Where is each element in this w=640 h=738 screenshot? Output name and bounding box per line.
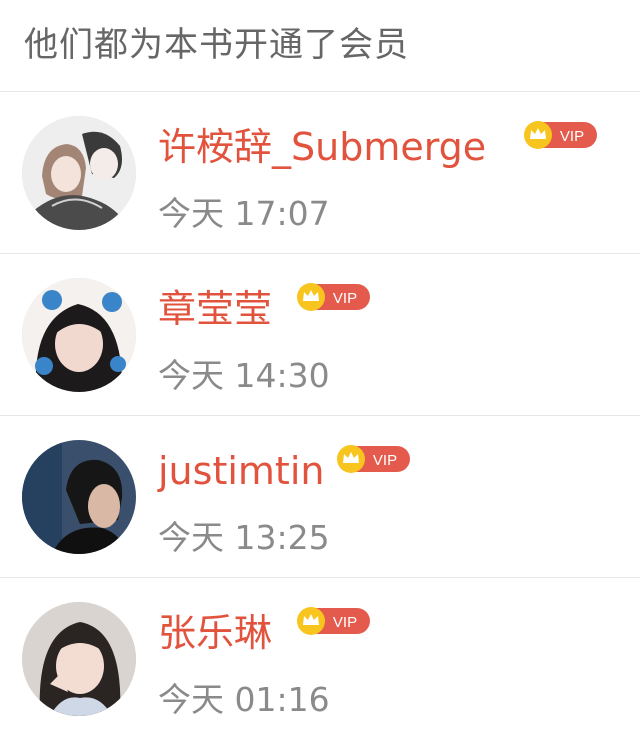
- open-time: 今天 13:25: [158, 518, 330, 557]
- avatar-photo: [22, 278, 136, 392]
- member-name[interactable]: justimtin: [158, 446, 324, 496]
- list-item[interactable]: justimtin VIP 今天 13:25: [0, 416, 640, 578]
- vip-label: VIP: [373, 452, 397, 469]
- avatar[interactable]: [22, 602, 136, 716]
- open-time: 今天 01:16: [158, 680, 330, 719]
- vip-label: VIP: [560, 128, 584, 145]
- page-title: 他们都为本书开通了会员: [24, 25, 409, 65]
- avatar-photo: [22, 602, 136, 716]
- avatar-photo: [22, 440, 136, 554]
- avatar[interactable]: [22, 116, 136, 230]
- member-name[interactable]: 章莹莹: [158, 284, 272, 334]
- vip-label: VIP: [333, 614, 357, 631]
- list-item[interactable]: 张乐琳 VIP 今天 01:16: [0, 578, 640, 738]
- member-list-page: 他们都为本书开通了会员 许桉辞_Submerge VIP 今天 17:07 章莹…: [0, 0, 640, 734]
- vip-badge: VIP: [336, 444, 412, 474]
- list-item[interactable]: 章莹莹 VIP 今天 14:30: [0, 254, 640, 416]
- avatar-illustration: [22, 116, 136, 230]
- member-name[interactable]: 张乐琳: [158, 608, 272, 658]
- open-time: 今天 14:30: [158, 356, 330, 395]
- list-item[interactable]: 许桉辞_Submerge VIP 今天 17:07: [0, 92, 640, 254]
- member-list: 许桉辞_Submerge VIP 今天 17:07 章莹莹 VIP 今天 14:…: [0, 92, 640, 738]
- open-time: 今天 17:07: [158, 194, 330, 233]
- vip-badge: VIP: [523, 120, 599, 150]
- avatar[interactable]: [22, 440, 136, 554]
- vip-badge: VIP: [296, 606, 372, 636]
- page-header: 他们都为本书开通了会员: [0, 0, 640, 92]
- member-name[interactable]: 许桉辞_Submerge: [158, 122, 486, 172]
- avatar[interactable]: [22, 278, 136, 392]
- vip-badge: VIP: [296, 282, 372, 312]
- vip-label: VIP: [333, 290, 357, 307]
